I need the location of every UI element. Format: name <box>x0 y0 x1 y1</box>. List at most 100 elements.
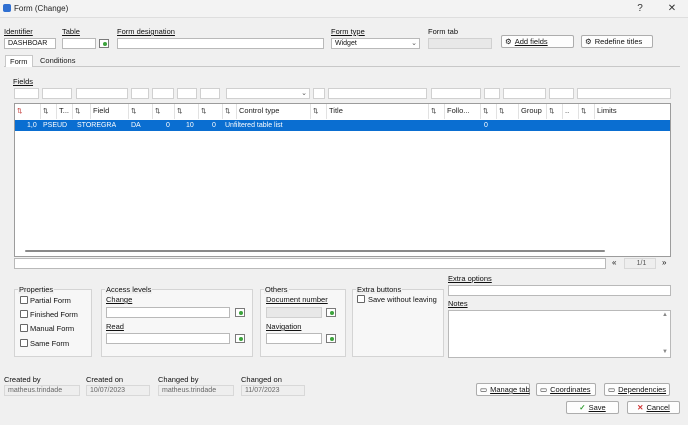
first-page-button[interactable]: « <box>612 258 616 267</box>
control-type-filter-select[interactable]: ⌄ <box>226 88 310 99</box>
sort-icon: ⇅ <box>483 108 489 115</box>
column-header-limits[interactable]: Limits <box>595 104 670 119</box>
scrollbar-thumb[interactable] <box>25 250 605 252</box>
dependencies-button[interactable]: ▭ Dependencies <box>604 383 670 396</box>
form-tab-input <box>428 38 492 49</box>
filter-cell[interactable] <box>152 88 174 99</box>
column-header-control-type[interactable]: Control type <box>237 104 311 119</box>
tab-form[interactable]: Form <box>5 55 33 67</box>
horizontal-scrollbar[interactable] <box>15 247 670 255</box>
filter-cell[interactable] <box>484 88 500 99</box>
scroll-down-icon[interactable]: ▼ <box>662 349 668 355</box>
finished-form-checkbox[interactable] <box>20 310 28 318</box>
filter-cell[interactable] <box>328 88 427 99</box>
column-header[interactable]: ⇅ <box>497 104 519 119</box>
column-header[interactable]: ⇅ <box>429 104 445 119</box>
navigation-input[interactable] <box>266 333 322 344</box>
manual-form-checkbox[interactable] <box>20 324 28 332</box>
add-fields-button[interactable]: ⚙ Add fields <box>501 35 574 48</box>
column-header[interactable]: Field <box>91 104 129 119</box>
scroll-up-icon[interactable]: ▲ <box>662 312 668 318</box>
filter-cell[interactable] <box>42 88 72 99</box>
read-lookup-icon[interactable] <box>235 334 245 343</box>
redefine-titles-button[interactable]: ⚙ Redefine titles <box>581 35 653 48</box>
column-header-follow[interactable]: Follo... <box>445 104 481 119</box>
column-header[interactable]: ⇅ <box>73 104 91 119</box>
filter-cell[interactable] <box>14 88 39 99</box>
table-lookup-icon[interactable] <box>99 39 109 48</box>
column-header[interactable]: ⇅ <box>199 104 223 119</box>
filter-cell[interactable] <box>200 88 220 99</box>
cell-follow: 0 <box>484 122 488 129</box>
partial-form-checkbox[interactable] <box>20 296 28 304</box>
filter-cell[interactable] <box>313 88 325 99</box>
change-input[interactable] <box>106 307 230 318</box>
table-row[interactable]: 1,0 PSEUD STOREGRA DA 0 10 0 Unfiltered … <box>15 120 670 131</box>
app-icon <box>3 4 11 12</box>
column-header[interactable]: ⇅ <box>41 104 57 119</box>
gear-icon: ⚙ <box>585 37 592 46</box>
identifier-label: Identifier <box>4 27 33 36</box>
cell-da: DA <box>131 122 141 129</box>
filter-cell[interactable] <box>131 88 149 99</box>
sort-icon: ⇅ <box>225 108 231 115</box>
coordinates-button[interactable]: ▭ Coordinates <box>536 383 596 396</box>
form-type-label: Form type <box>331 27 365 36</box>
same-form-checkbox[interactable] <box>20 339 28 347</box>
changed-by-value: matheus.trindade <box>158 385 234 396</box>
identifier-input[interactable]: DASHBOAR <box>4 38 56 49</box>
filter-cell[interactable] <box>577 88 671 99</box>
column-header-group[interactable]: Group <box>519 104 547 119</box>
column-header-title[interactable]: Title <box>327 104 429 119</box>
column-header[interactable]: ⇅ <box>579 104 595 119</box>
changed-on-value: 11/07/2023 <box>241 385 305 396</box>
close-button[interactable]: ✕ <box>659 2 685 16</box>
form-type-select[interactable]: Widget ⌄ <box>331 38 420 49</box>
extra-buttons-title: Extra buttons <box>356 285 403 294</box>
column-header[interactable]: ⇅ <box>129 104 153 119</box>
filter-cell[interactable] <box>431 88 481 99</box>
access-levels-title: Access levels <box>105 285 153 294</box>
navigation-label: Navigation <box>266 322 302 331</box>
save-button[interactable]: ✓ Save <box>566 401 619 414</box>
filter-cell[interactable] <box>503 88 546 99</box>
fields-grid[interactable]: ⇅ ⇅ T... ⇅ Field ⇅ ⇅ ⇅ ⇅ ⇅ Control type … <box>14 103 671 257</box>
column-header[interactable]: T... <box>57 104 73 119</box>
last-page-button[interactable]: » <box>662 258 666 267</box>
column-header[interactable]: .. <box>563 104 579 119</box>
change-lookup-icon[interactable] <box>235 308 245 317</box>
sort-icon: ⇅ <box>177 108 183 115</box>
cancel-button[interactable]: ✕ Cancel <box>627 401 680 414</box>
cancel-label: Cancel <box>646 403 670 412</box>
save-label: Save <box>588 403 606 412</box>
manage-tab-button[interactable]: ▭ Manage tab <box>476 383 530 396</box>
filter-cell[interactable] <box>549 88 574 99</box>
document-number-lookup-icon[interactable] <box>326 308 336 317</box>
table-input[interactable] <box>62 38 96 49</box>
read-input[interactable] <box>106 333 230 344</box>
manage-tab-label: Manage tab <box>490 385 530 394</box>
grid-status-bar <box>14 258 606 269</box>
save-without-leaving-label: Save without leaving <box>368 295 437 304</box>
column-header[interactable]: ⇅ <box>547 104 563 119</box>
sort-icon: ⇅ <box>155 108 161 115</box>
filter-cell[interactable] <box>177 88 197 99</box>
column-header[interactable]: ⇅ <box>311 104 327 119</box>
tab-conditions[interactable]: Conditions <box>36 55 79 67</box>
column-header[interactable]: ⇅ <box>153 104 175 119</box>
navigation-lookup-icon[interactable] <box>326 334 336 343</box>
extra-options-input[interactable] <box>448 285 671 296</box>
form-designation-input[interactable] <box>117 38 324 49</box>
notes-textarea[interactable] <box>448 310 671 358</box>
column-header[interactable]: ⇅ <box>481 104 497 119</box>
save-without-leaving-checkbox[interactable] <box>357 295 365 303</box>
redefine-titles-label: Redefine titles <box>594 37 643 46</box>
column-header[interactable]: ⇅ <box>175 104 199 119</box>
help-button[interactable]: ? <box>627 2 653 16</box>
created-by-value: matheus.trindade <box>4 385 80 396</box>
sort-icon: ⇅ <box>17 108 23 115</box>
column-header[interactable]: ⇅ <box>223 104 237 119</box>
window-icon: ▭ <box>540 385 548 394</box>
filter-cell[interactable] <box>76 88 128 99</box>
column-header[interactable]: ⇅ <box>15 104 41 119</box>
